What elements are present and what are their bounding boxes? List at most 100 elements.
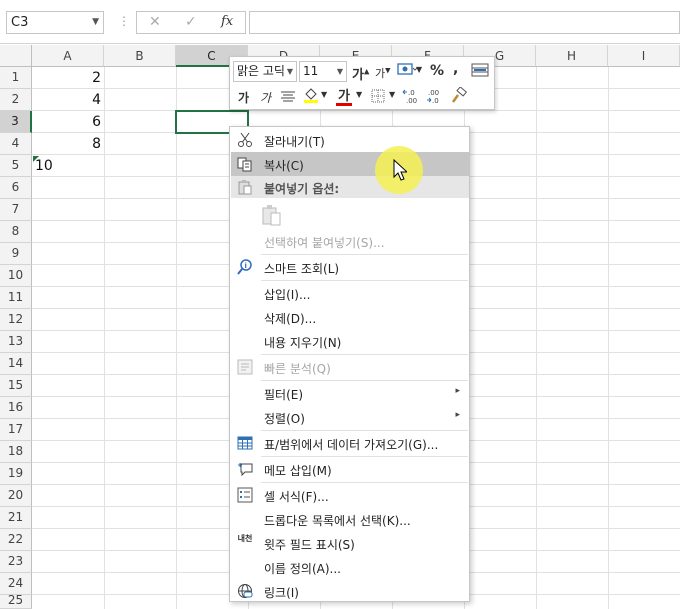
row-header-24[interactable]: 24 [0,573,32,595]
font-color-icon[interactable]: 가 [336,85,352,106]
mouse-pointer-icon [393,158,409,184]
cell-a3[interactable]: 6 [32,111,104,133]
menu-item-label: 내용 지우기(N) [264,336,342,350]
formula-input[interactable] [249,11,680,34]
format-painter-icon[interactable] [450,86,468,105]
comma-style-icon[interactable]: , [453,61,458,77]
chevron-down-icon[interactable]: ▼ [92,12,99,33]
cancel-icon[interactable]: ✕ [149,14,161,30]
row-header-19[interactable]: 19 [0,463,32,485]
row-header-10[interactable]: 10 [0,265,32,287]
row-header-4[interactable]: 4 [0,133,32,155]
row-header-15[interactable]: 15 [0,375,32,397]
formula-bar: C3 ▼ ⋮ ✕ ✓ fx [0,0,680,44]
menu-item-clear-contents[interactable]: 내용 지우기(N) [231,329,469,353]
format-table-icon[interactable] [471,62,489,78]
error-indicator-icon[interactable] [33,156,39,162]
row-header-1[interactable]: 1 [0,67,32,89]
menu-item-sort[interactable]: 정렬(O) ▸ [231,405,469,429]
column-header-b[interactable]: B [104,45,176,67]
menu-item-cut[interactable]: 잘라내기(T) [231,128,469,152]
shrink-font-label: 가 [375,67,386,80]
percent-style-icon[interactable]: % [430,63,444,79]
menu-item-copy[interactable]: 복사(C) [231,152,469,176]
increase-decimal-icon[interactable]: .00.0 [426,87,446,105]
cell-a5[interactable]: 10 [32,155,104,177]
row-header-22[interactable]: 22 [0,529,32,551]
menu-item-insert[interactable]: 삽입(I)... [231,281,469,305]
scissors-icon [237,132,253,148]
row-header-9[interactable]: 9 [0,243,32,265]
row-header-16[interactable]: 16 [0,397,32,419]
chevron-down-icon[interactable]: ▼ [337,62,343,81]
column-header-h[interactable]: H [536,45,608,67]
row-header-2[interactable]: 2 [0,89,32,111]
menu-item-delete[interactable]: 삭제(D)... [231,305,469,329]
bold-icon[interactable]: 가 [238,89,249,106]
row-header-8[interactable]: 8 [0,221,32,243]
row-header-20[interactable]: 20 [0,485,32,507]
menu-item-label: 삽입(I)... [264,288,311,302]
borders-icon[interactable] [370,88,386,104]
font-name-value: 맑은 고딕 [237,64,285,78]
menu-item-format-cells[interactable]: 셀 서식(F)... [231,483,469,507]
table-icon [237,435,253,451]
grow-font-label: 가 [352,68,364,83]
select-all-corner[interactable] [0,45,32,67]
menu-item-label: 링크(I) [264,586,299,600]
row-header-21[interactable]: 21 [0,507,32,529]
submenu-arrow-icon: ▸ [455,386,460,396]
menu-item-filter[interactable]: 필터(E) ▸ [231,381,469,405]
row-header-3[interactable]: 3 [0,111,32,133]
row-header-13[interactable]: 13 [0,331,32,353]
font-name-select[interactable]: 맑은 고딕 ▼ [233,61,297,82]
align-center-icon[interactable] [280,88,296,104]
menu-item-link[interactable]: 링크(I) [231,579,469,603]
menu-item-define-name[interactable]: 이름 정의(A)... [231,555,469,579]
menu-item-label: 잘라내기(T) [264,135,325,149]
row-header-25[interactable]: 25 [0,595,32,609]
menu-item-insert-comment[interactable]: 메모 삽입(M) [231,457,469,481]
font-size-select[interactable]: 11 ▼ [299,61,347,82]
name-box[interactable]: C3 ▼ [6,11,104,34]
row-header-5[interactable]: 5 [0,155,32,177]
svg-text:.0: .0 [408,89,415,97]
enter-icon[interactable]: ✓ [185,14,197,30]
menu-item-label: 이름 정의(A)... [264,562,341,576]
cell-a2[interactable]: 4 [32,89,104,111]
chevron-down-icon[interactable]: ▼ [287,62,293,81]
row-header-6[interactable]: 6 [0,177,32,199]
chevron-down-icon[interactable]: ▼ [321,90,327,99]
row-header-17[interactable]: 17 [0,419,32,441]
column-header-i[interactable]: I [608,45,680,67]
menu-item-pick-from-dropdown[interactable]: 드롭다운 목록에서 선택(K)... [231,507,469,531]
paste-option-button[interactable] [231,199,469,229]
quick-analysis-icon [237,359,253,375]
chevron-down-icon[interactable]: ▼ [416,65,422,74]
accounting-format-icon[interactable] [396,62,418,78]
row-header-11[interactable]: 11 [0,287,32,309]
drag-handle-icon[interactable]: ⋮ [118,14,130,28]
chevron-down-icon[interactable]: ▼ [356,90,362,99]
font-color-letter: 가 [338,89,350,104]
decrease-decimal-icon[interactable]: .0.00 [402,87,422,105]
row-header-14[interactable]: 14 [0,353,32,375]
cell-a1[interactable]: 2 [32,67,104,89]
menu-header-paste-options: 붙여넣기 옵션: [231,176,469,198]
insert-function-icon[interactable]: fx [221,14,233,29]
column-header-a[interactable]: A [32,45,104,67]
row-header-23[interactable]: 23 [0,551,32,573]
chevron-down-icon[interactable]: ▼ [389,90,395,99]
menu-item-get-data-from-table[interactable]: 표/범위에서 데이터 가져오기(G)... [231,431,469,455]
shrink-font-icon[interactable]: 가▼ [375,65,391,81]
fill-color-icon[interactable] [303,86,319,104]
menu-item-show-phonetic[interactable]: 내천 윗주 필드 표시(S) [231,531,469,555]
row-header-18[interactable]: 18 [0,441,32,463]
row-header-7[interactable]: 7 [0,199,32,221]
italic-icon[interactable]: 가 [260,89,271,106]
menu-item-smart-lookup[interactable]: i 스마트 조회(L) [231,255,469,279]
menu-item-label: 셀 서식(F)... [264,490,329,504]
row-header-12[interactable]: 12 [0,309,32,331]
grow-font-icon[interactable]: 가▲ [352,64,369,83]
cell-a4[interactable]: 8 [32,133,104,155]
